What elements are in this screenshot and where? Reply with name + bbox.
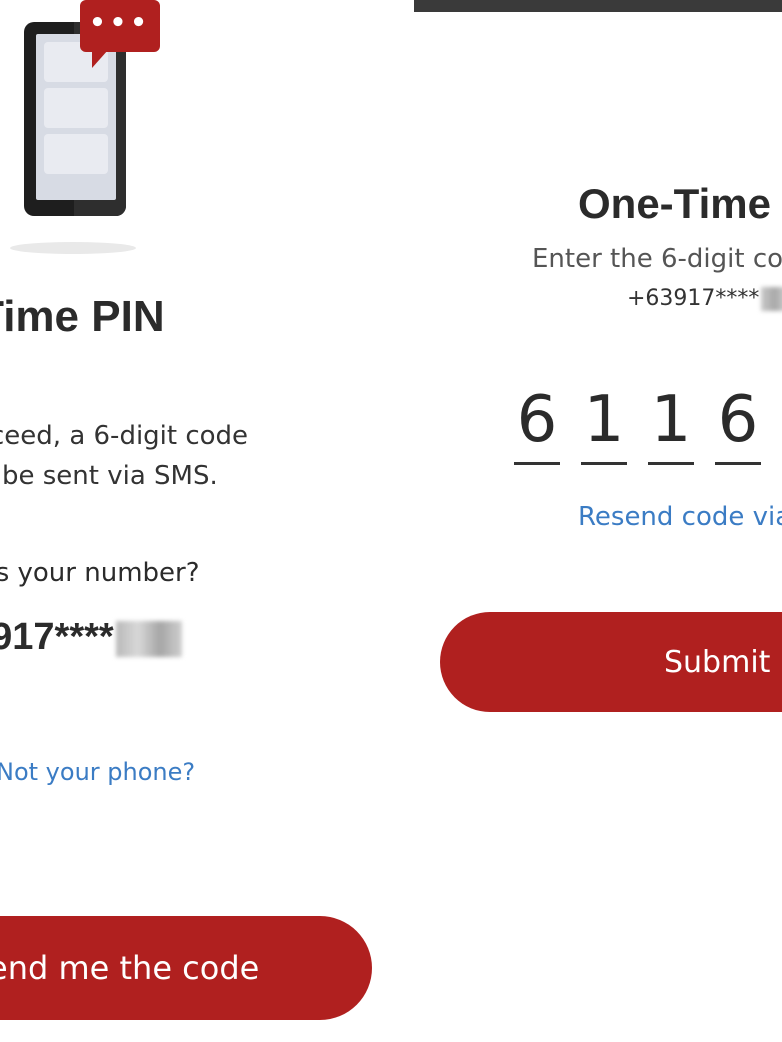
otp-digit-3[interactable]: 1 (648, 380, 694, 465)
phone-number-text: 3917**** (0, 616, 114, 658)
left-screen: ••• e-Time PIN ceed, a 6-digit code be s… (0, 0, 400, 1042)
phone-number-text: +63917**** (627, 286, 760, 311)
bubble-dots: ••• (89, 8, 151, 38)
page-title: e-Time PIN (0, 292, 165, 341)
otp-instruction: Enter the 6-digit coc (532, 244, 782, 274)
description-line: be sent via SMS. (2, 461, 218, 491)
number-question: his your number? (0, 558, 200, 588)
otp-digit-4[interactable]: 6 (715, 380, 761, 465)
not-your-phone-link[interactable]: Not your phone? (0, 758, 195, 786)
submit-button[interactable]: Submit (440, 612, 782, 712)
redacted-digits (115, 620, 182, 657)
phone-number: 3917**** (0, 616, 182, 659)
resend-code-link[interactable]: Resend code via (578, 502, 782, 532)
top-bar (414, 0, 782, 12)
otp-illustration: ••• (0, 0, 170, 260)
redacted-digits (761, 287, 782, 311)
description-line: ceed, a 6-digit code (0, 421, 249, 451)
otp-input-row: 6 1 1 6 (514, 380, 782, 470)
otp-digit-1[interactable]: 6 (514, 380, 560, 465)
otp-title: One-Time (578, 180, 771, 227)
send-code-button[interactable]: end me the code (0, 916, 372, 1020)
phone-number: +63917**** (627, 286, 782, 311)
right-screen: One-Time Enter the 6-digit coc +63917***… (400, 0, 782, 1042)
phone-shadow (10, 242, 136, 254)
otp-digit-2[interactable]: 1 (581, 380, 627, 465)
description: ceed, a 6-digit code be sent via SMS. (0, 416, 400, 496)
